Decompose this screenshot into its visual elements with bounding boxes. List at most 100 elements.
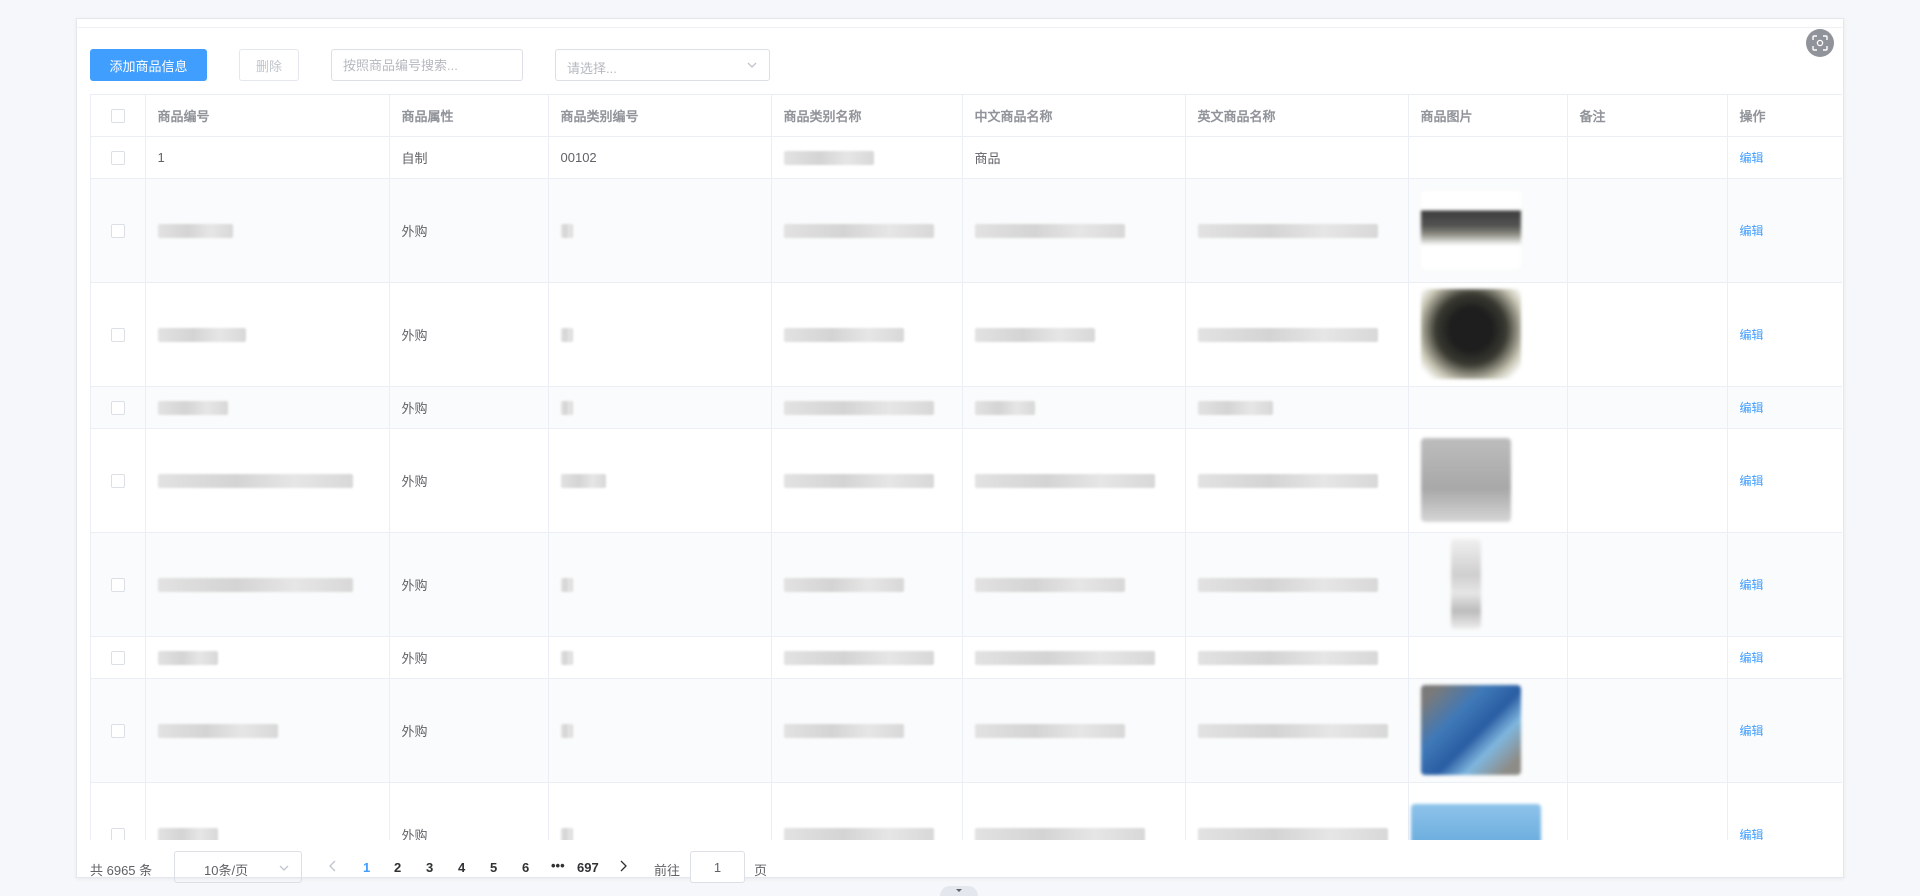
cell-code (145, 532, 390, 637)
redacted-text (157, 327, 246, 342)
select-all-checkbox[interactable] (110, 109, 125, 124)
edit-link[interactable]: 编辑 (1740, 224, 1764, 238)
page-6[interactable]: 6 (522, 860, 529, 875)
cell-attr: 外购 (389, 678, 549, 783)
total-count: 共 6965 条 (90, 863, 153, 878)
product-thumbnail[interactable] (1420, 289, 1521, 379)
cell-en-name (1185, 136, 1409, 179)
cell-cn-name (962, 678, 1186, 783)
redacted-text (1197, 650, 1378, 665)
redacted-text (1197, 723, 1388, 738)
cell-image (1408, 428, 1568, 533)
cell-remark (1567, 428, 1728, 533)
cell-cat-code (548, 532, 772, 637)
redacted-text (974, 223, 1125, 238)
redacted-text (783, 223, 934, 238)
cell-cn-name (962, 386, 1186, 429)
cell-image (1408, 386, 1568, 429)
cell-cat-name (771, 428, 963, 533)
cell-image (1408, 636, 1568, 679)
row-check-cell (91, 178, 146, 283)
cell-cat-code (548, 782, 772, 840)
edit-link[interactable]: 编辑 (1740, 828, 1764, 841)
table-row: 外购 编辑 (91, 282, 1842, 387)
header-product-code: 商品编号 (145, 95, 390, 137)
header-actions: 操作 (1727, 95, 1842, 137)
cell-code (145, 386, 390, 429)
add-product-button[interactable]: 添加商品信息 (90, 49, 207, 81)
page-4[interactable]: 4 (458, 860, 465, 875)
row-checkbox[interactable] (110, 723, 125, 738)
cell-attr: 外购 (389, 532, 549, 637)
goto-page-input[interactable] (690, 851, 745, 883)
redacted-text (157, 400, 228, 415)
edit-link[interactable]: 编辑 (1740, 401, 1764, 415)
prev-page-button[interactable] (327, 859, 339, 876)
edit-link[interactable]: 编辑 (1740, 724, 1764, 738)
cell-code (145, 282, 390, 387)
redacted-text (1197, 827, 1388, 840)
redacted-text (974, 473, 1155, 488)
edit-link[interactable]: 编辑 (1740, 474, 1764, 488)
page-1[interactable]: 1 (363, 860, 370, 875)
next-page-button[interactable] (617, 859, 629, 876)
product-thumbnail[interactable] (1420, 438, 1511, 522)
cell-cat-name (771, 532, 963, 637)
redacted-text (783, 473, 934, 488)
redacted-text (783, 827, 934, 840)
cell-cn-name (962, 178, 1186, 283)
scan-button[interactable] (1806, 29, 1834, 57)
page-5[interactable]: 5 (490, 860, 497, 875)
delete-button[interactable]: 删除 (239, 49, 299, 81)
filter-select[interactable]: 请选择... (555, 49, 770, 81)
redacted-text (783, 650, 934, 665)
cell-cat-name (771, 678, 963, 783)
cell-code (145, 782, 390, 840)
header-select-all[interactable] (91, 95, 146, 137)
collapse-toggle[interactable] (940, 886, 978, 896)
cell-actions: 编辑 (1727, 386, 1842, 429)
row-checkbox[interactable] (110, 650, 125, 665)
product-thumbnail[interactable] (1410, 804, 1541, 840)
page-2[interactable]: 2 (394, 860, 401, 875)
row-checkbox[interactable] (110, 473, 125, 488)
row-checkbox[interactable] (110, 327, 125, 342)
header-category-name: 商品类别名称 (771, 95, 963, 137)
cell-attr: 外购 (389, 178, 549, 283)
cell-cat-name (771, 136, 963, 179)
row-checkbox[interactable] (110, 577, 125, 592)
page-size-select[interactable]: 10条/页 (174, 851, 302, 883)
more-pages[interactable]: ••• (551, 858, 565, 873)
row-checkbox[interactable] (110, 150, 125, 165)
cell-en-name (1185, 782, 1409, 840)
edit-link[interactable]: 编辑 (1740, 328, 1764, 342)
table-row: 外购 编辑 (91, 678, 1842, 783)
redacted-text (783, 400, 934, 415)
page-size-value: 10条/页 (204, 863, 249, 878)
row-checkbox[interactable] (110, 400, 125, 415)
product-thumbnail[interactable] (1420, 685, 1521, 775)
product-thumbnail[interactable] (1420, 191, 1521, 269)
table-row: 外购 编辑 (91, 636, 1842, 679)
edit-link[interactable]: 编辑 (1740, 151, 1764, 165)
header-category-code: 商品类别编号 (548, 95, 772, 137)
page-3[interactable]: 3 (426, 860, 433, 875)
cell-image (1408, 678, 1568, 783)
page-last[interactable]: 697 (577, 860, 599, 875)
cell-code: 1 (145, 136, 390, 179)
table-row: 外购 编辑 (91, 782, 1842, 840)
redacted-text (157, 650, 218, 665)
cell-actions: 编辑 (1727, 282, 1842, 387)
cell-cn-name (962, 532, 1186, 637)
row-checkbox[interactable] (110, 827, 125, 840)
redacted-text (560, 577, 573, 592)
table-row: 外购 编辑 (91, 386, 1842, 429)
edit-link[interactable]: 编辑 (1740, 578, 1764, 592)
product-thumbnail[interactable] (1450, 539, 1481, 629)
row-checkbox[interactable] (110, 223, 125, 238)
redacted-text (783, 150, 874, 165)
edit-link[interactable]: 编辑 (1740, 651, 1764, 665)
redacted-text (560, 723, 573, 738)
search-input[interactable] (331, 49, 523, 81)
redacted-text (974, 400, 1035, 415)
